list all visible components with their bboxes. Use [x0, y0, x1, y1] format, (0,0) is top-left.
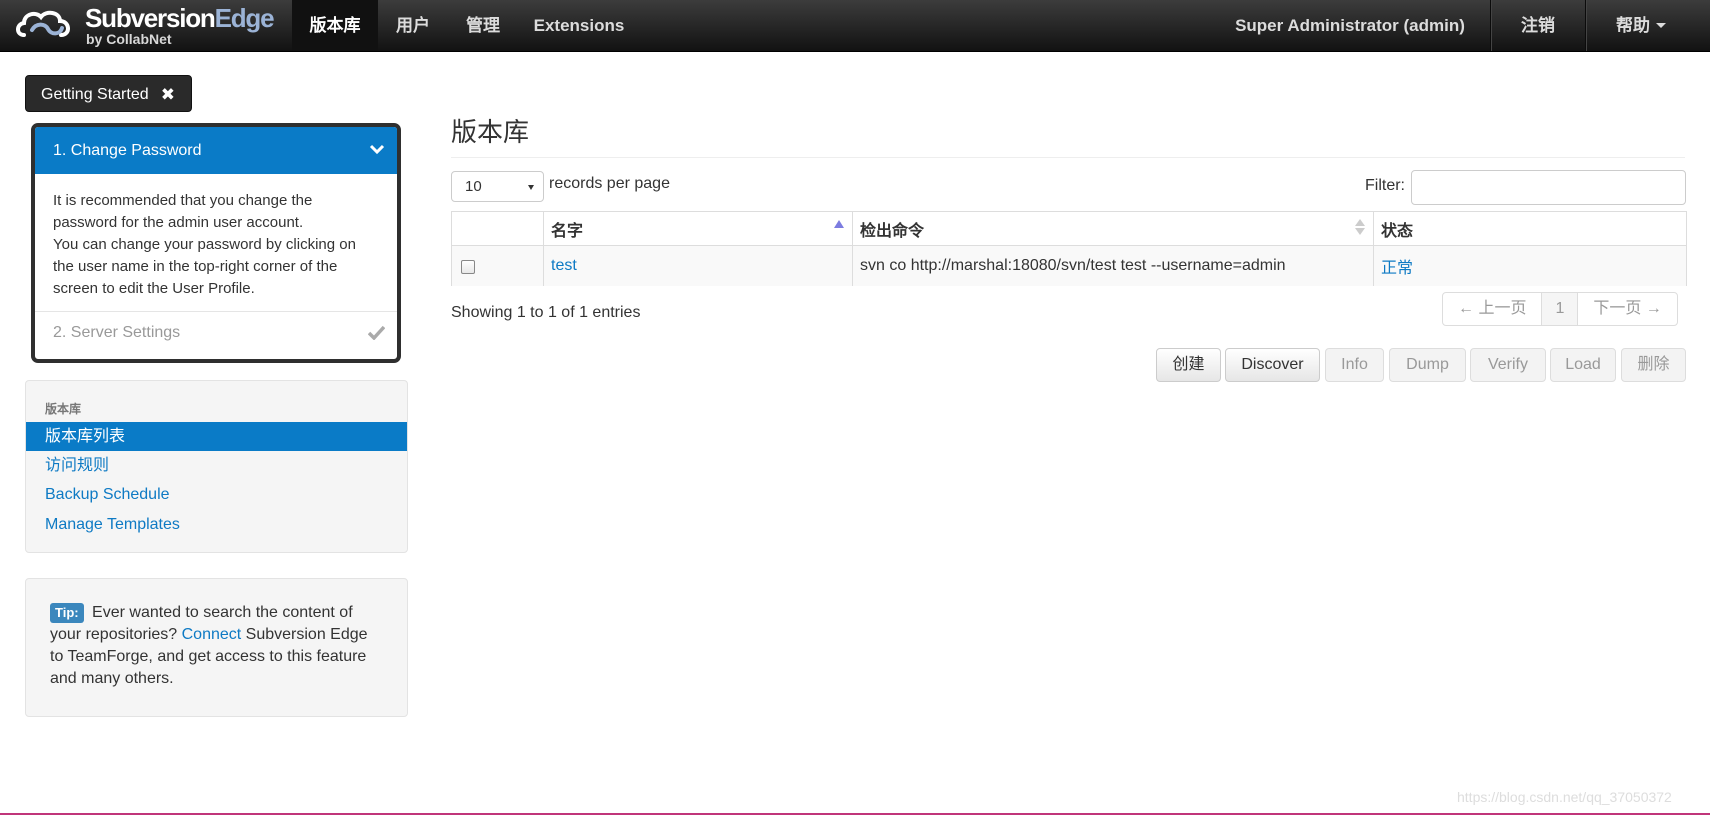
step-server-settings[interactable]: 2. Server Settings: [35, 312, 397, 354]
create-button[interactable]: 创建: [1156, 348, 1221, 382]
tip-badge: Tip:: [50, 603, 84, 623]
row-select-cell: [451, 245, 544, 286]
pagination-previous[interactable]: ← 上一页: [1443, 293, 1541, 325]
brand-subtitle: by CollabNet: [86, 31, 172, 47]
column-header-name-label: 名字: [551, 222, 584, 240]
page-length-select[interactable]: 10: [451, 171, 544, 202]
getting-started-button[interactable]: Getting Started ✖: [25, 75, 192, 112]
column-header-name[interactable]: 名字: [543, 211, 853, 246]
nav-tab-extensions[interactable]: Extensions: [518, 0, 640, 51]
page-title: 版本库: [451, 117, 530, 148]
select-all-header: [451, 211, 544, 246]
sort-icon: [1355, 219, 1365, 235]
getting-started-panel: 1. Change Password It is recommended tha…: [31, 123, 401, 363]
tip-box: Tip: Ever wanted to search the content o…: [25, 578, 408, 717]
brand-logo-link[interactable]: SubversionEdge by CollabNet: [14, 3, 276, 49]
brand-name: SubversionEdge: [85, 3, 275, 33]
dump-button[interactable]: Dump: [1389, 348, 1466, 382]
filter-input[interactable]: [1411, 170, 1686, 205]
column-header-checkout-label: 检出命令: [860, 222, 925, 240]
subversion-edge-logo-icon: [16, 10, 70, 37]
row-checkbox[interactable]: [461, 260, 475, 275]
watermark: https://blog.csdn.net/qq_37050372: [1457, 789, 1672, 805]
repo-name-cell: test: [543, 245, 853, 286]
step-body-line: You can change your password by clicking…: [53, 236, 356, 297]
table-info: Showing 1 to 1 of 1 entries: [451, 304, 641, 321]
table-header-row: 名字 检出命令 状态: [451, 211, 1687, 246]
logout-link[interactable]: 注销: [1492, 0, 1584, 51]
pagination: ← 上一页 1 下一页 →: [1442, 292, 1678, 326]
step-change-password-label: 1. Change Password: [53, 142, 202, 159]
nav-tab-admin[interactable]: 管理: [448, 0, 518, 51]
repo-name-link[interactable]: test: [551, 257, 577, 274]
step-change-password[interactable]: 1. Change Password: [35, 127, 397, 174]
page-length-label: records per page: [549, 175, 670, 192]
close-icon[interactable]: ✖: [161, 76, 175, 113]
sidebar-header: 版本库: [45, 402, 82, 416]
filter-label: Filter:: [1365, 177, 1405, 194]
sidebar-nav: 版本库 版本库列表 访问规则 Backup Schedule Manage Te…: [25, 380, 408, 553]
load-button[interactable]: Load: [1550, 348, 1616, 382]
repo-status-link[interactable]: 正常: [1381, 260, 1413, 277]
sidebar-item-backup-schedule[interactable]: Backup Schedule: [26, 480, 407, 509]
caret-down-icon: [1656, 23, 1666, 28]
column-header-checkout[interactable]: 检出命令: [852, 211, 1374, 246]
info-button[interactable]: Info: [1325, 348, 1384, 382]
pagination-page[interactable]: 1: [1541, 293, 1578, 325]
discover-button[interactable]: Discover: [1225, 348, 1320, 382]
step-server-settings-label: 2. Server Settings: [53, 324, 181, 341]
connect-link[interactable]: Connect: [182, 626, 242, 643]
repository-table: 名字 检出命令 状态 test svn co http://marshal:18…: [451, 211, 1687, 286]
sidebar-item-repository-list[interactable]: 版本库列表: [26, 422, 407, 451]
delete-button[interactable]: 删除: [1621, 348, 1686, 382]
help-label: 帮助: [1616, 16, 1650, 35]
sidebar-item-manage-templates[interactable]: Manage Templates: [26, 510, 407, 539]
checkmark-icon: [368, 325, 385, 340]
column-header-status: 状态: [1373, 211, 1687, 246]
nav-tab-repositories[interactable]: 版本库: [292, 0, 378, 51]
dropdown-arrow-icon: [528, 185, 534, 190]
sidebar-item-access-rules[interactable]: 访问规则: [26, 451, 407, 480]
page-length-value: 10: [465, 178, 482, 195]
pagination-next[interactable]: 下一页 →: [1577, 293, 1676, 325]
getting-started-label: Getting Started: [41, 86, 149, 103]
verify-button[interactable]: Verify: [1470, 348, 1546, 382]
checkout-command-cell: svn co http://marshal:18080/svn/test tes…: [852, 245, 1374, 286]
status-cell: 正常: [1373, 245, 1687, 286]
table-row: test svn co http://marshal:18080/svn/tes…: [451, 245, 1687, 286]
step-change-password-body: It is recommended that you change the pa…: [35, 174, 397, 312]
column-header-status-label: 状态: [1381, 222, 1414, 240]
sort-ascending-icon: [834, 220, 844, 228]
user-profile-link[interactable]: Super Administrator (admin): [1220, 0, 1480, 51]
help-menu[interactable]: 帮助: [1587, 0, 1695, 51]
nav-tab-users[interactable]: 用户: [378, 0, 448, 51]
tip-text: Tip: Ever wanted to search the content o…: [50, 602, 380, 690]
step-body-line: It is recommended that you change the pa…: [53, 192, 313, 231]
title-divider: [451, 157, 1685, 158]
chevron-down-icon: [369, 144, 385, 155]
top-navbar: SubversionEdge by CollabNet 版本库 用户 管理 Ex…: [0, 0, 1710, 52]
